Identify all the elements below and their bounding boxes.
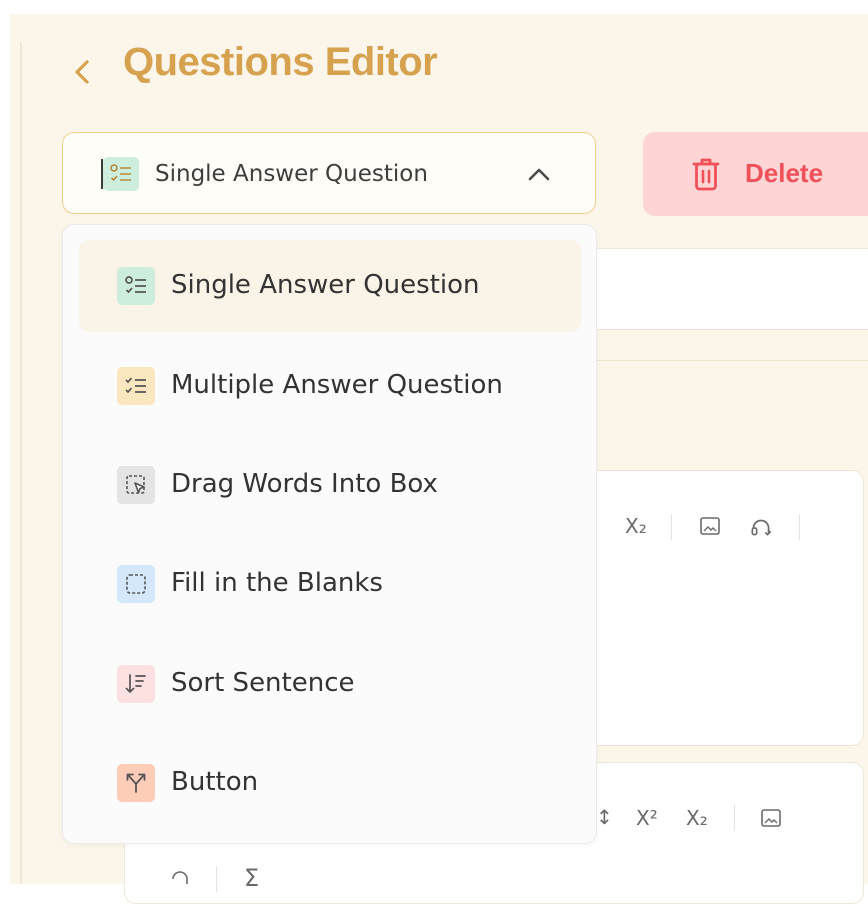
fill-blanks-icon — [117, 565, 155, 603]
single-answer-icon — [117, 267, 155, 305]
section-divider — [596, 360, 868, 361]
drag-words-icon — [117, 466, 155, 504]
menu-item-label: Single Answer Question — [171, 270, 480, 300]
toolbar-separator — [216, 866, 217, 892]
question-text-panel[interactable] — [580, 248, 868, 330]
question-type-select[interactable]: Single Answer Question — [62, 132, 596, 214]
text-cursor — [101, 159, 103, 189]
menu-item-drag-words[interactable]: Drag Words Into Box — [79, 439, 581, 531]
menu-item-multiple-answer[interactable]: Multiple Answer Question — [79, 340, 581, 432]
subscript-button-2[interactable]: X₂ — [686, 806, 708, 830]
image-icon-2[interactable] — [759, 806, 783, 835]
multiple-answer-icon — [117, 367, 155, 405]
toolbar-separator — [799, 514, 800, 540]
menu-item-label: Multiple Answer Question — [171, 370, 503, 400]
audio-icon-1[interactable] — [748, 514, 774, 545]
menu-item-button[interactable]: Button — [79, 737, 581, 829]
audio-icon-2[interactable] — [168, 866, 192, 895]
sort-sentence-icon — [117, 665, 155, 703]
image-icon-1[interactable] — [698, 514, 722, 543]
page-title: Questions Editor — [123, 40, 438, 84]
sigma-icon[interactable]: Σ — [244, 864, 259, 892]
menu-item-label: Sort Sentence — [171, 668, 355, 698]
menu-item-single-answer[interactable]: Single Answer Question — [79, 240, 581, 332]
menu-item-label: Button — [171, 767, 259, 797]
delete-label: Delete — [745, 158, 824, 188]
button-branch-icon — [117, 764, 155, 802]
menu-item-label: Fill in the Blanks — [171, 568, 383, 598]
chevron-up-icon — [525, 161, 553, 187]
question-type-dropdown: Single Answer Question Multiple Answer Q… — [62, 224, 597, 844]
left-divider — [20, 42, 22, 884]
menu-item-fill-blanks[interactable]: Fill in the Blanks — [79, 538, 581, 630]
subscript-button-1[interactable]: X₂ — [625, 514, 647, 538]
editor-panel-1[interactable] — [580, 470, 864, 746]
menu-item-label: Drag Words Into Box — [171, 469, 438, 499]
delete-button[interactable]: Delete — [643, 132, 868, 216]
superscript-button[interactable]: X² — [636, 806, 658, 830]
back-button[interactable] — [70, 56, 94, 88]
chevron-left-icon — [75, 60, 89, 84]
trash-icon — [692, 158, 720, 191]
single-answer-icon — [103, 157, 139, 191]
select-value: Single Answer Question — [155, 161, 428, 187]
menu-item-sort-sentence[interactable]: Sort Sentence — [79, 638, 581, 730]
toolbar-separator — [734, 805, 735, 831]
toolbar-separator — [671, 514, 672, 540]
line-height-icon[interactable]: ↕ — [596, 805, 613, 829]
